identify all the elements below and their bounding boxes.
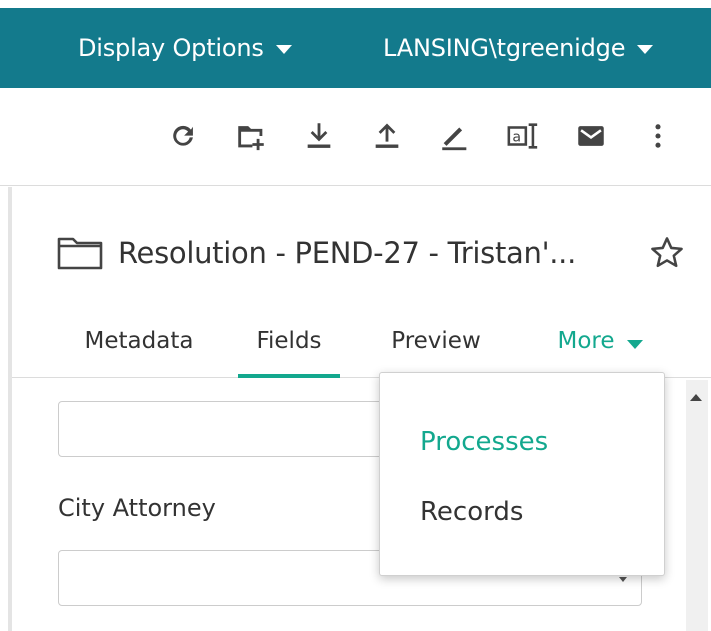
scroll-up-arrow-icon[interactable] (690, 394, 702, 401)
panel-tabs: Metadata Fields Preview More (12, 320, 711, 378)
upload-icon[interactable] (369, 118, 405, 154)
tab-more[interactable]: More (544, 320, 656, 378)
tab-preview[interactable]: Preview (384, 320, 488, 378)
select-caret-icon (619, 577, 627, 582)
display-options-label: Display Options (78, 34, 264, 62)
user-menu[interactable]: LANSING\tgreenidge (383, 30, 654, 66)
download-icon[interactable] (301, 118, 337, 154)
svg-text:a: a (512, 130, 521, 146)
document-title: Resolution - PEND-27 - Tristan'... (118, 236, 577, 270)
user-label: LANSING\tgreenidge (383, 34, 626, 62)
caret-down-icon (637, 44, 654, 54)
sign-icon[interactable] (437, 118, 473, 154)
folder-icon (57, 237, 103, 270)
caret-down-icon (275, 44, 292, 54)
panel-title-row: Resolution - PEND-27 - Tristan'... (56, 228, 686, 278)
more-vertical-icon[interactable] (640, 118, 676, 154)
toolbar: a (0, 88, 711, 186)
top-nav-bar: Display Options LANSING\tgreenidge (0, 8, 711, 88)
refresh-icon[interactable] (165, 118, 201, 154)
panel-left-border (8, 187, 12, 631)
menu-item-records[interactable]: Records (420, 497, 523, 527)
email-icon[interactable] (573, 118, 609, 154)
tab-metadata[interactable]: Metadata (74, 320, 204, 378)
menu-item-processes[interactable]: Processes (420, 427, 548, 457)
tab-more-label: More (557, 328, 615, 354)
new-folder-icon[interactable] (233, 118, 269, 154)
tab-fields[interactable]: Fields (238, 320, 340, 378)
more-dropdown-menu: Processes Records (379, 372, 665, 576)
vertical-scrollbar[interactable] (686, 380, 708, 631)
caret-down-icon (626, 340, 643, 349)
display-options-menu[interactable]: Display Options (78, 30, 292, 66)
ocr-icon[interactable]: a (505, 118, 541, 154)
city-attorney-label: City Attorney (58, 494, 216, 522)
star-favorite-icon[interactable] (648, 234, 686, 272)
